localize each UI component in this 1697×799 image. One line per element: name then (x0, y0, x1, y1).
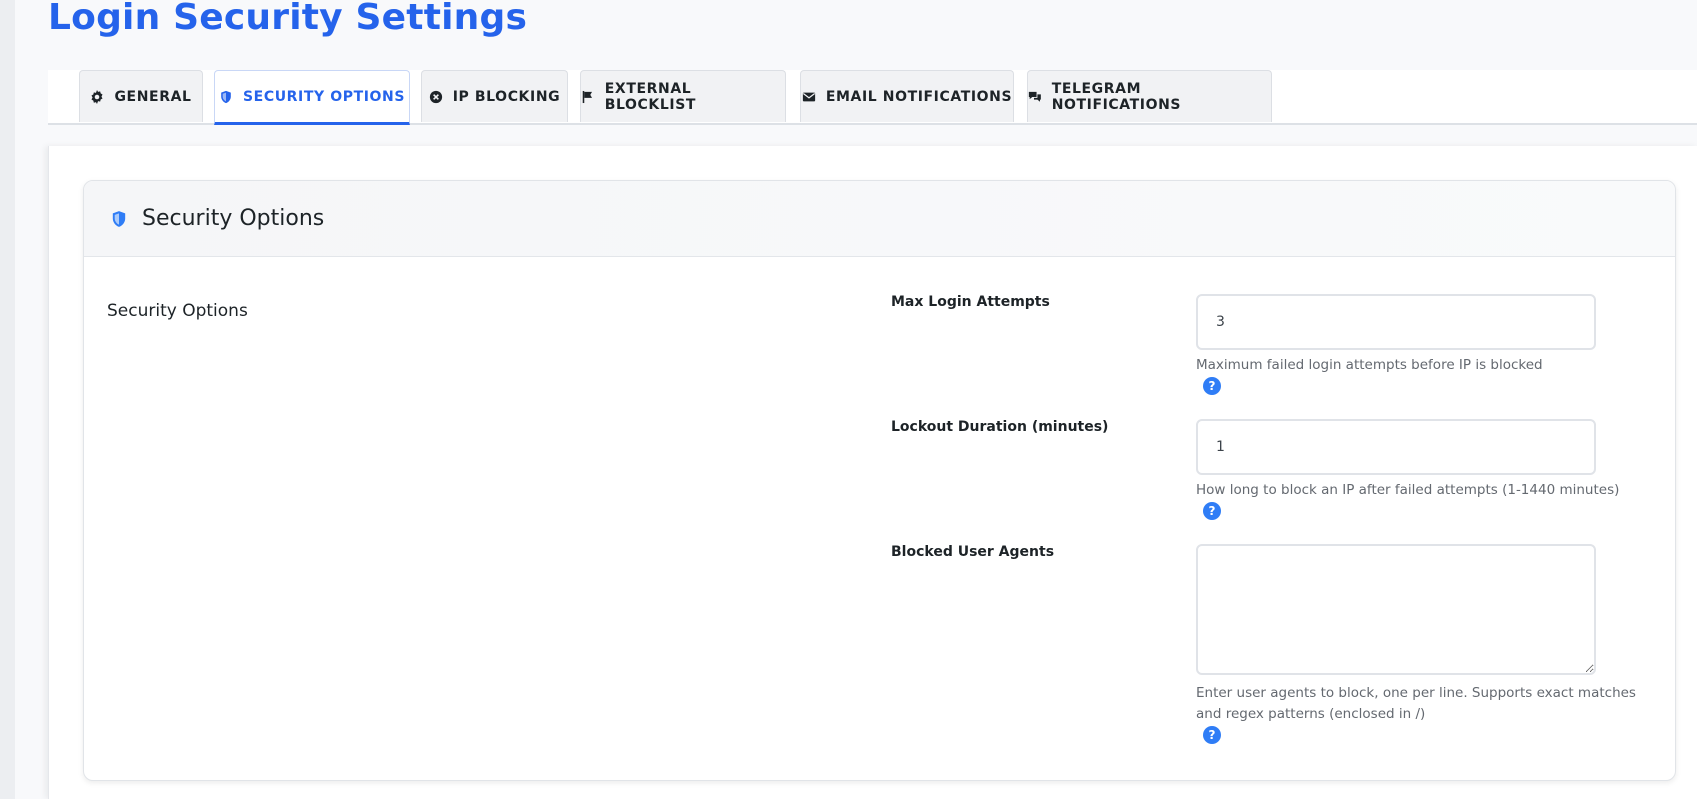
max-login-attempts-label: Max Login Attempts (891, 294, 1050, 310)
shield-icon (221, 90, 231, 103)
gear-icon (91, 89, 103, 104)
section-label: Security Options (107, 301, 248, 321)
security-options-card: Security Options Security Options Max Lo… (83, 180, 1676, 781)
tab-label: EXTERNAL BLOCKLIST (604, 80, 697, 113)
help-icon[interactable]: ? (1203, 726, 1221, 744)
tab-label: SECURITY OPTIONS (242, 88, 406, 105)
shield-icon (112, 210, 126, 227)
tab-label: TELEGRAM NOTIFICATIONS (1051, 80, 1182, 113)
tab-security-options[interactable]: SECURITY OPTIONS (214, 70, 410, 125)
envelope-icon (802, 92, 815, 101)
help-icon[interactable]: ? (1203, 502, 1221, 520)
tab-label: GENERAL (114, 88, 192, 105)
blocked-user-agents-help: Enter user agents to block, one per line… (1196, 685, 1636, 722)
left-edge-strip (0, 0, 15, 799)
tab-external-blocklist[interactable]: EXTERNAL BLOCKLIST (580, 70, 786, 122)
tab-email-notifications[interactable]: EMAIL NOTIFICATIONS (800, 70, 1014, 122)
tab-label: IP BLOCKING (452, 88, 561, 105)
chat-bubbles-icon (1028, 91, 1041, 102)
x-circle-icon (429, 90, 442, 103)
lockout-duration-label: Lockout Duration (minutes) (891, 419, 1109, 435)
tab-ip-blocking[interactable]: IP BLOCKING (421, 70, 568, 122)
card-title: Security Options (142, 206, 325, 231)
blocked-user-agents-label: Blocked User Agents (891, 544, 1055, 560)
max-login-attempts-input[interactable] (1196, 294, 1596, 350)
flag-icon (582, 90, 593, 103)
tab-label: EMAIL NOTIFICATIONS (825, 88, 1013, 105)
tab-bar: GENERAL SECURITY OPTIONS IP BLOCKING EXT… (48, 70, 1697, 125)
blocked-user-agents-textarea[interactable] (1196, 544, 1596, 675)
card-header: Security Options (84, 181, 1675, 257)
help-icon[interactable]: ? (1203, 377, 1221, 395)
max-login-attempts-help: Maximum failed login attempts before IP … (1196, 357, 1543, 373)
lockout-duration-help: How long to block an IP after failed att… (1196, 482, 1620, 498)
tab-telegram-notifications[interactable]: TELEGRAM NOTIFICATIONS (1027, 70, 1272, 122)
tab-general[interactable]: GENERAL (79, 70, 203, 122)
lockout-duration-input[interactable] (1196, 419, 1596, 475)
page-title: Login Security Settings (48, 0, 528, 38)
